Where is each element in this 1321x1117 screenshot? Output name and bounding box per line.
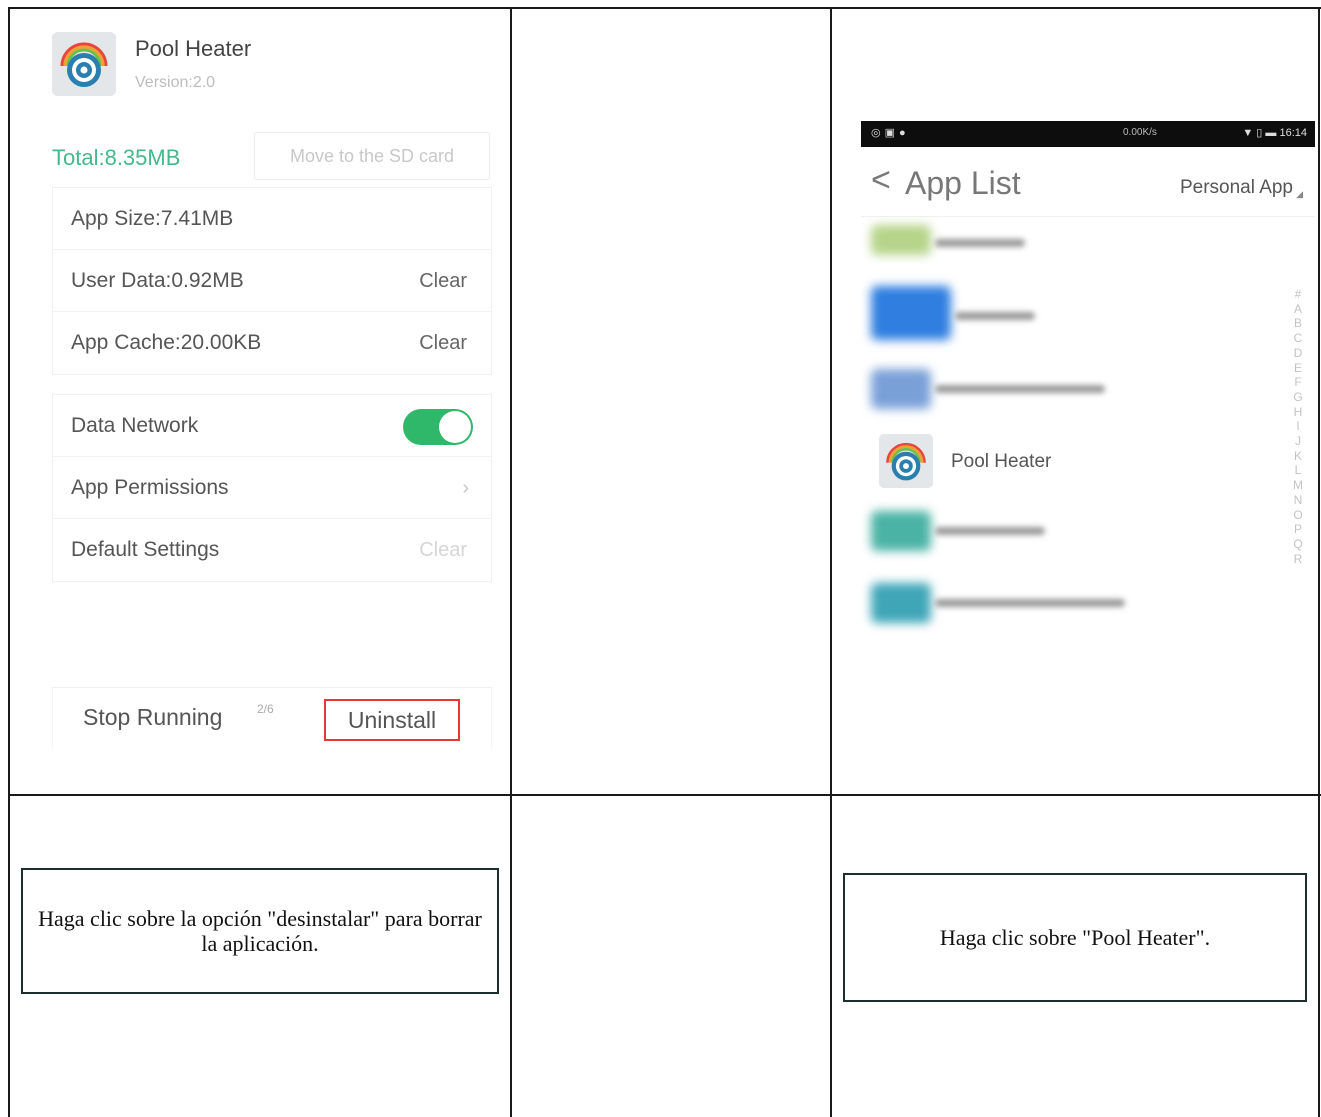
instruction-uninstall: Haga clic sobre la opción "desinstalar" … [21,868,499,994]
app-list-screen: ◎▣● 0.00K/s ▼ ▯ ▬ 16:14 < App List Perso… [861,121,1315,651]
app-icon-blurred [871,369,931,409]
alphabet-index-letter[interactable]: M [1291,478,1305,493]
instruction-uninstall-text: Haga clic sobre la opción "desinstalar" … [38,906,482,956]
app-cache-row: App Cache:20.00KB Clear [53,312,491,374]
app-label-blurred [935,527,1045,535]
page-title: App List [905,165,1021,201]
alphabet-index-letter[interactable]: N [1291,493,1305,508]
move-to-sd-button[interactable]: Move to the SD card [254,132,490,180]
list-item-pool-heater[interactable]: Pool Heater [879,434,1179,490]
alphabet-index-letter[interactable]: # [1291,287,1305,302]
grid-border-top [8,7,1321,9]
user-data-label: User Data:0.92MB [71,269,244,292]
user-data-row: User Data:0.92MB Clear [53,250,491,312]
list-item-blurred[interactable] [871,511,1061,561]
total-size: Total:8.35MB [52,145,181,170]
grid-border-left [8,7,10,1117]
app-label-blurred [935,239,1025,247]
app-size-row: App Size:7.41MB [53,188,491,250]
app-details-screen: Pool Heater Version:2.0 Total:8.35MB Mov… [28,12,498,749]
storage-card: App Size:7.41MB User Data:0.92MB Clear A… [52,187,492,375]
app-size-label: App Size:7.41MB [71,207,234,230]
app-label-blurred [935,385,1105,393]
chevron-right-icon: › [462,477,469,499]
alphabet-index-letter[interactable]: P [1291,522,1305,537]
app-icon-blurred [871,511,931,551]
default-settings-row: Default Settings Clear [53,519,491,581]
app-cache-label: App Cache:20.00KB [71,331,262,354]
alphabet-index[interactable]: # A B C D E F G H I J K L M N O P Q R [1291,287,1305,566]
toggle-knob [439,411,471,443]
app-label-blurred [935,599,1125,607]
pool-heater-label: Pool Heater [951,451,1052,472]
app-version: Version:2.0 [135,74,216,91]
list-item-blurred[interactable] [871,369,1111,419]
app-icon-blurred [871,583,931,623]
status-icons-right: ▼ ▯ ▬ 16:14 [1242,127,1307,139]
grid-border-right [1318,7,1320,1117]
grid-divider-2 [830,7,832,1117]
app-list-header: < App List Personal App ◢ [861,147,1315,217]
alphabet-index-letter[interactable]: H [1291,405,1305,420]
status-icons-left: ◎▣● [871,127,910,139]
network-speed: 0.00K/s [1123,127,1157,138]
app-permissions-row[interactable]: App Permissions › [53,457,491,519]
alphabet-index-letter[interactable]: J [1291,434,1305,449]
alphabet-index-letter[interactable]: D [1291,346,1305,361]
bottom-action-bar: Stop Running 2/6 Uninstall [52,687,492,749]
clear-cache-button[interactable]: Clear [419,312,467,374]
alphabet-index-letter[interactable]: E [1291,361,1305,376]
pool-heater-app-icon [879,434,933,488]
alphabet-index-letter[interactable]: I [1291,419,1305,434]
personal-app-filter[interactable]: Personal App [1180,177,1293,199]
alphabet-index-letter[interactable]: R [1291,552,1305,567]
alphabet-index-letter[interactable]: C [1291,331,1305,346]
app-icon-blurred [871,286,951,340]
app-name: Pool Heater [135,36,252,61]
instruction-select-app: Haga clic sobre "Pool Heater". [843,873,1307,1002]
uninstall-button[interactable]: Uninstall [324,699,460,741]
pool-heater-app-icon [52,32,116,96]
clear-defaults-button[interactable]: Clear [419,519,467,581]
alphabet-index-letter[interactable]: Q [1291,537,1305,552]
app-label-blurred [955,312,1035,320]
alphabet-index-letter[interactable]: A [1291,302,1305,317]
dropdown-caret-icon: ◢ [1296,189,1303,199]
data-network-row: Data Network [53,395,491,457]
alphabet-index-letter[interactable]: F [1291,375,1305,390]
list-item-blurred[interactable] [871,583,1131,633]
list-item-blurred[interactable] [871,286,1051,344]
default-settings-label: Default Settings [71,538,220,561]
back-chevron-icon[interactable]: < [871,161,891,200]
alphabet-index-letter[interactable]: L [1291,463,1305,478]
alphabet-index-letter[interactable]: B [1291,316,1305,331]
grid-divider-1 [510,7,512,1117]
data-network-toggle[interactable] [403,409,473,445]
app-icon-blurred [871,225,931,255]
stop-running-button[interactable]: Stop Running [83,704,222,731]
app-permissions-label: App Permissions [71,476,229,499]
instruction-select-app-text: Haga clic sobre "Pool Heater". [939,925,1211,950]
alphabet-index-letter[interactable]: O [1291,508,1305,523]
status-bar: ◎▣● 0.00K/s ▼ ▯ ▬ 16:14 [861,121,1315,147]
alphabet-index-letter[interactable]: G [1291,390,1305,405]
data-network-label: Data Network [71,414,199,437]
page-indicator: 2/6 [257,702,274,716]
clear-user-data-button[interactable]: Clear [419,250,467,312]
grid-row-divider [8,794,1321,796]
list-item-blurred[interactable] [871,225,1041,275]
alphabet-index-letter[interactable]: K [1291,449,1305,464]
settings-card: Data Network App Permissions › Default S… [52,394,492,582]
